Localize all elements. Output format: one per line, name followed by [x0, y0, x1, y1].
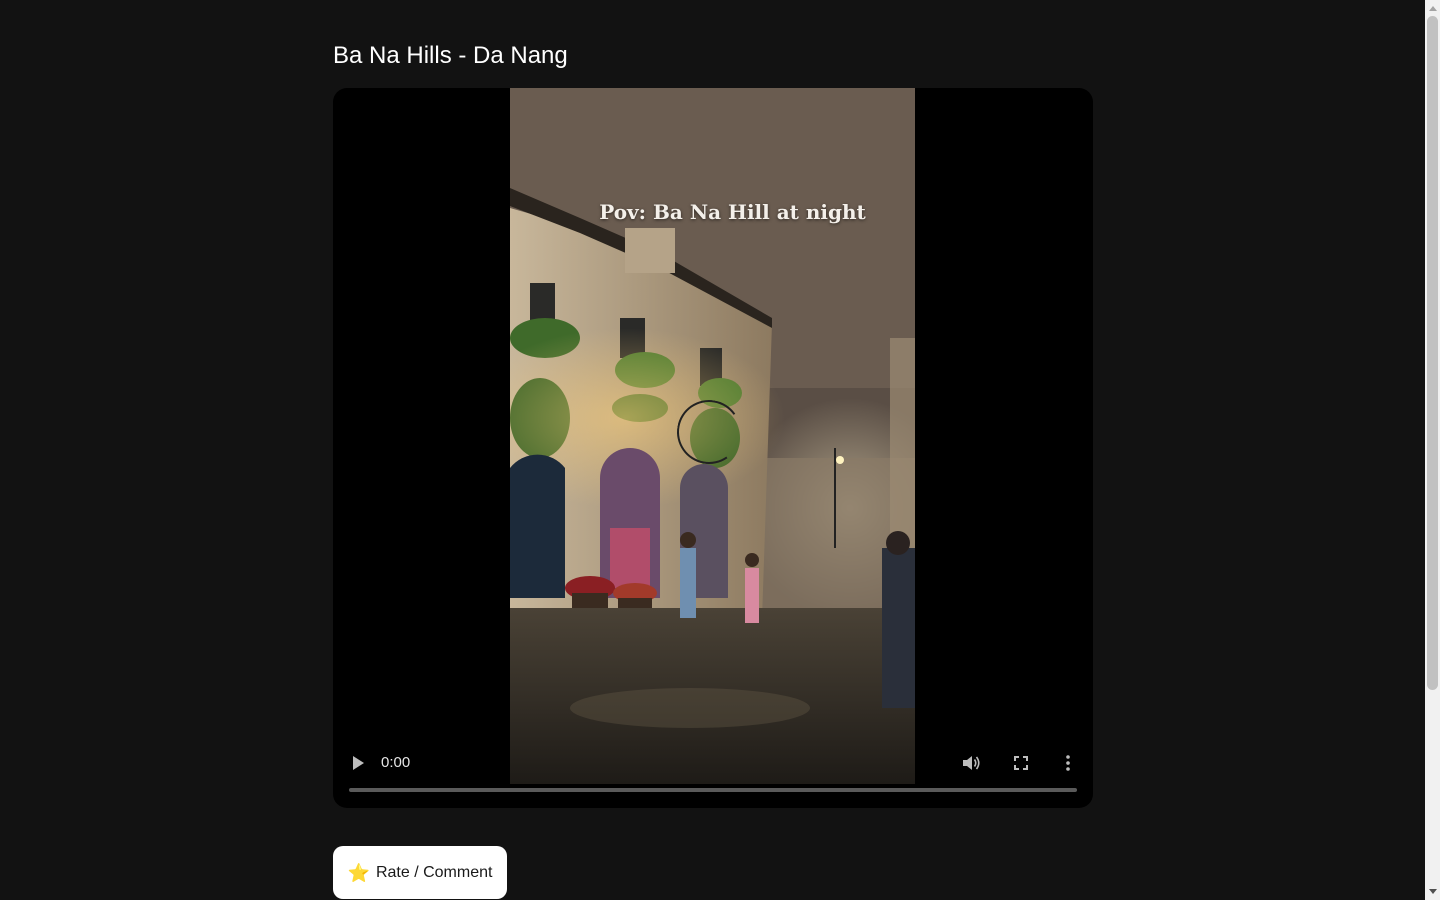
rate-comment-button[interactable]: ⭐ Rate / Comment [333, 846, 507, 899]
more-vertical-icon [1066, 755, 1070, 771]
scroll-up-arrow-icon[interactable] [1429, 6, 1437, 11]
rate-comment-label: Rate / Comment [375, 863, 493, 881]
video-overlay-caption: Pov: Ba Na Hill at night [599, 200, 866, 224]
page: Ba Na Hills - Da Nang Pov: Ba Na Hill at… [0, 0, 1440, 900]
video-progress-bar[interactable] [349, 788, 1077, 792]
star-icon: ⭐ [347, 862, 370, 883]
scrollbar-thumb[interactable] [1427, 16, 1438, 690]
volume-icon [963, 756, 980, 770]
video-controls: 0:00 [333, 744, 1093, 808]
page-title: Ba Na Hills - Da Nang [333, 42, 568, 69]
video-frame[interactable]: Pov: Ba Na Hill at night [510, 88, 915, 784]
fullscreen-icon [1014, 756, 1028, 770]
vertical-scrollbar[interactable] [1425, 0, 1440, 900]
mute-button[interactable] [961, 752, 983, 774]
play-button[interactable] [347, 752, 369, 774]
more-options-button[interactable] [1057, 752, 1079, 774]
fullscreen-button[interactable] [1010, 752, 1032, 774]
play-icon [352, 756, 364, 770]
time-display: 0:00 [381, 754, 411, 771]
scroll-down-arrow-icon[interactable] [1429, 889, 1437, 894]
video-player[interactable]: Pov: Ba Na Hill at night 0:00 [333, 88, 1093, 808]
